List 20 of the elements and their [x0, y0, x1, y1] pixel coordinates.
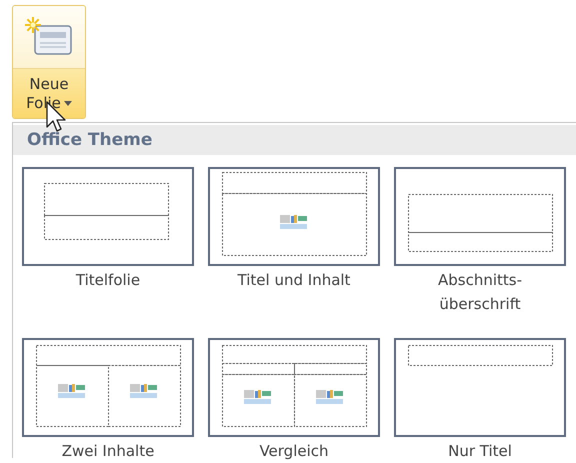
content-placeholder-icon [316, 390, 343, 404]
layout-option[interactable]: Titel und Inhalt [208, 167, 380, 316]
layout-label: Zwei Inhalte [62, 441, 154, 462]
layout-option[interactable]: Titelfolie [22, 167, 194, 316]
content-placeholder-icon [58, 384, 85, 398]
content-placeholder-icon [244, 390, 271, 404]
layout-option[interactable]: Abschnitts- überschrift [394, 167, 566, 316]
layout-option[interactable]: Nur Titel [394, 338, 566, 463]
layout-label: Nur Titel [448, 441, 512, 462]
layout-option[interactable]: Vergleich [208, 338, 380, 463]
layout-label: Vergleich [259, 441, 329, 462]
content-placeholder-icon [280, 215, 307, 229]
layout-label: Abschnitts- überschrift [438, 270, 522, 315]
section-header: Office Theme [13, 125, 576, 155]
layout-label: Titel und Inhalt [238, 270, 350, 291]
caret-icon [64, 100, 72, 106]
slide-icon [24, 16, 74, 58]
layout-label: Titelfolie [76, 270, 140, 291]
content-placeholder-icon [130, 384, 157, 398]
layout-option[interactable]: Zwei Inhalte [22, 338, 194, 463]
